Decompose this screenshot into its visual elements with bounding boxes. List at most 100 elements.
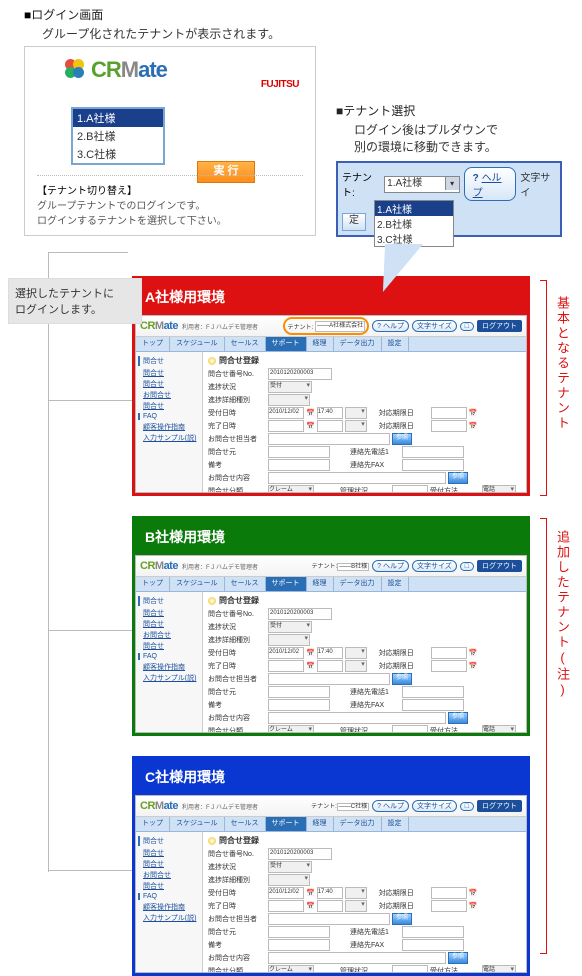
calendar-icon[interactable]: 📅 [306,422,315,430]
respond-date-input[interactable] [431,647,467,659]
category-select[interactable]: クレーム [268,725,314,732]
menu-tab[interactable]: 設定 [382,577,409,591]
done-date-input[interactable] [268,420,304,432]
logout-button[interactable]: ログアウト [477,560,522,572]
from-input[interactable] [268,446,330,458]
contact-input[interactable] [268,712,446,724]
menu-tab[interactable]: セールス [225,817,266,831]
inquiry-no-input[interactable]: 2010120200003 [268,368,332,380]
menu-tab[interactable]: 設定 [382,337,409,351]
textsize-badge[interactable]: 文字サイズ [412,800,457,812]
menu-tab[interactable]: トップ [136,577,170,591]
status-select[interactable]: 受付 [268,621,312,633]
menu-tab[interactable]: データ出力 [334,817,382,831]
accept-time-input[interactable]: 17:40 [317,407,343,419]
menu-tab[interactable]: セールス [225,337,266,351]
calendar-icon[interactable]: 📅 [469,902,478,910]
contact-input[interactable] [268,952,446,964]
ref-button[interactable]: 参照 [392,913,412,925]
side-link[interactable]: 問合せ [143,641,200,651]
side-link[interactable]: お問合せ [143,390,200,400]
status-select[interactable]: 受付 [268,861,312,873]
side-link[interactable]: 顧客操作指南 [143,662,200,672]
menu-tab[interactable]: スケジュール [170,577,225,591]
side-link[interactable]: 問合せ [143,619,200,629]
calendar-icon[interactable]: 📅 [306,662,315,670]
tenant-dropdown-list[interactable]: 1.A社様 2.B社様 3.C社様 [374,200,454,247]
side-link[interactable]: 問合せ [143,608,200,618]
phone-input[interactable] [402,686,464,698]
from-input[interactable] [268,926,330,938]
tenant-selector-inline[interactable]: テナント:――B社様 [311,561,369,571]
side-link[interactable]: 顧客操作指南 [143,422,200,432]
phone-input[interactable] [402,446,464,458]
ref-button[interactable]: 参照 [448,712,468,724]
fit-badge[interactable]: □ [460,562,474,571]
fax-input[interactable] [402,699,464,711]
side-link[interactable]: 問合せ [143,848,200,858]
tenant-selector-inline[interactable]: テナント:――C社様 [311,801,369,811]
side-link[interactable]: 問合せ [143,859,200,869]
status-select[interactable]: 受付 [268,381,312,393]
ref-button[interactable]: 参照 [448,472,468,484]
respond-date-input[interactable] [431,887,467,899]
menu-tab[interactable]: データ出力 [334,577,382,591]
menu-tab[interactable]: サポート [266,817,307,831]
note-input[interactable] [268,459,330,471]
category-select[interactable]: クレーム [268,485,314,492]
from-input[interactable] [268,686,330,698]
fax-input[interactable] [402,459,464,471]
dropdown-option[interactable]: 2.B社様 [375,216,453,231]
method-select[interactable]: 電話 [482,725,516,732]
menu-tab[interactable]: トップ [136,337,170,351]
method-select[interactable]: 電話 [482,485,516,492]
accept-date-input[interactable]: 2010/12/02 [268,407,304,419]
respond-date-input[interactable] [431,407,467,419]
kubun-select[interactable] [268,394,310,406]
dropdown-option[interactable]: 1.A社様 [375,201,453,216]
ref-button[interactable]: 参照 [392,433,412,445]
contact-input[interactable] [268,472,446,484]
calendar-icon[interactable]: 📅 [306,409,315,417]
help-badge[interactable]: ? ヘルプ [372,320,409,332]
fit-badge[interactable]: □ [460,802,474,811]
fit-badge[interactable]: □ [460,322,474,331]
done-date-input[interactable] [268,660,304,672]
inquiry-no-input[interactable]: 2010120200003 [268,848,332,860]
inquiry-no-input[interactable]: 2010120200003 [268,608,332,620]
textsize-badge[interactable]: 文字サイズ [412,320,457,332]
menu-tab[interactable]: サポート [266,337,307,351]
help-badge[interactable]: ? ヘルプ [372,800,409,812]
menu-tab[interactable]: 経理 [307,337,334,351]
menu-tab[interactable]: スケジュール [170,817,225,831]
calendar-icon[interactable]: 📅 [469,409,478,417]
handler-input[interactable] [268,673,390,685]
logout-button[interactable]: ログアウト [477,320,522,332]
calendar-icon[interactable]: 📅 [469,662,478,670]
menu-tab[interactable]: セールス [225,577,266,591]
menu-tab[interactable]: 設定 [382,817,409,831]
side-link[interactable]: お問合せ [143,630,200,640]
side-link[interactable]: 入力サンプル(説) [143,433,200,443]
tenant-dropdown[interactable]: 1.A社様▾ [384,176,460,193]
side-link[interactable]: 問合せ [143,379,200,389]
menu-tab[interactable]: トップ [136,817,170,831]
login-tenant-option[interactable]: 2.B社様 [73,127,163,145]
accept-date-input[interactable]: 2010/12/02 [268,647,304,659]
ref-button[interactable]: 参照 [392,673,412,685]
logout-button[interactable]: ログアウト [477,800,522,812]
accept-time-input[interactable]: 17:40 [317,887,343,899]
menu-tab[interactable]: 経理 [307,577,334,591]
kubun-select[interactable] [268,634,310,646]
fax-input[interactable] [402,939,464,951]
side-link[interactable]: 問合せ [143,881,200,891]
side-link[interactable]: 入力サンプル(説) [143,913,200,923]
tei-button[interactable]: 定 [342,213,366,231]
login-tenant-option[interactable]: 3.C社様 [73,145,163,163]
calendar-icon[interactable]: 📅 [306,889,315,897]
done-date-input[interactable] [268,900,304,912]
help-button[interactable]: ? ヘルプ [464,167,517,201]
handler-input[interactable] [268,433,390,445]
calendar-icon[interactable]: 📅 [469,889,478,897]
method-select[interactable]: 電話 [482,965,516,972]
